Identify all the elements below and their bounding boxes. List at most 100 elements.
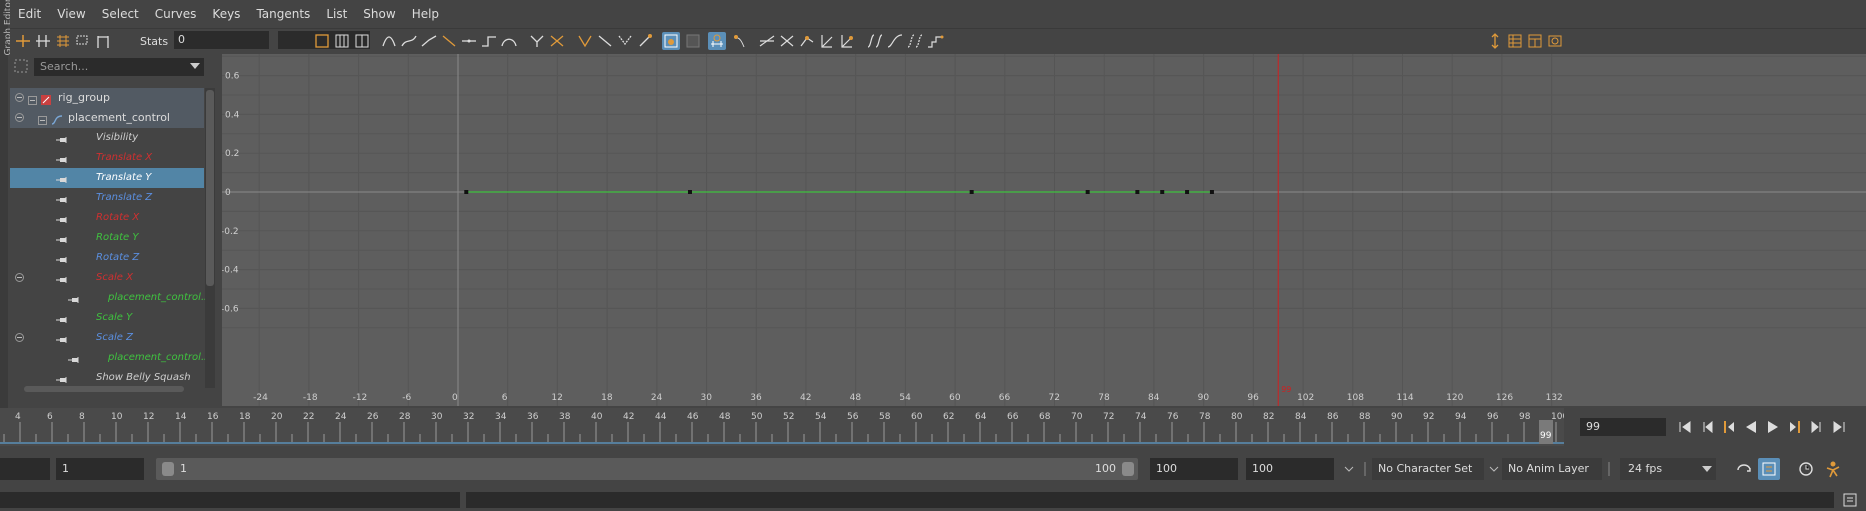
outliner-channel[interactable]: placement_control.S <box>10 348 210 368</box>
range-slider[interactable]: 1 100 <box>156 458 1138 480</box>
range-slider-end-handle[interactable] <box>1122 462 1134 476</box>
insert-keys-icon[interactable] <box>34 32 52 50</box>
graph-canvas[interactable]: 0.60.40.20-0.2-0.4-0.6-30-24-18-12-60612… <box>222 54 1866 406</box>
menu-help[interactable]: Help <box>404 7 447 21</box>
playback-start-field[interactable]: 1 <box>56 458 144 480</box>
menu-list[interactable]: List <box>318 7 355 21</box>
post-infinity-cycle-icon[interactable] <box>818 32 836 50</box>
character-pose-icon[interactable] <box>1822 458 1844 480</box>
auto-key-icon[interactable] <box>1758 458 1780 480</box>
unify-tangents-icon[interactable] <box>548 32 566 50</box>
center-current-time-icon[interactable] <box>353 32 371 50</box>
outliner-channel[interactable]: Rotate Y <box>10 228 204 248</box>
menu-tangents[interactable]: Tangents <box>248 7 318 21</box>
outliner-channel[interactable]: Scale X <box>10 268 204 288</box>
outliner-channel[interactable]: placement_control.S <box>10 288 210 308</box>
collapse-icon[interactable] <box>15 113 24 122</box>
step-back-key-icon[interactable] <box>1698 418 1716 436</box>
key-stats-icon[interactable] <box>636 32 654 50</box>
mel-command-input[interactable] <box>0 492 460 508</box>
menu-keys[interactable]: Keys <box>204 7 248 21</box>
denormalize-curves-icon[interactable] <box>778 32 796 50</box>
outliner-channel[interactable]: Scale Y <box>10 308 204 328</box>
go-to-end-icon[interactable] <box>1830 418 1848 436</box>
step-forward-frame-icon[interactable] <box>1786 418 1804 436</box>
outliner-channel[interactable]: Rotate X <box>10 208 204 228</box>
collapse-icon[interactable] <box>15 93 24 102</box>
pre-infinity-cycle-icon[interactable] <box>798 32 816 50</box>
outliner-node[interactable]: rig_group <box>10 88 204 108</box>
time-slider[interactable]: 4 6 8 10 12 14 16 18 20 22 24 26 28 30 32 34 36 38 40 42 44 4… <box>0 408 1564 446</box>
weighted-tangents-icon[interactable] <box>616 32 634 50</box>
free-tangent-weight-icon[interactable] <box>576 32 594 50</box>
lattice-deform-icon[interactable] <box>54 32 72 50</box>
collapse-icon[interactable] <box>15 273 24 282</box>
open-trax-editor-icon[interactable] <box>886 32 904 50</box>
menu-select[interactable]: Select <box>94 7 147 21</box>
outliner-channel[interactable]: Translate Y <box>10 168 204 188</box>
menu-edit[interactable]: Edit <box>10 7 49 21</box>
outliner-channel[interactable]: Visibility <box>10 128 204 148</box>
loop-icon[interactable] <box>1734 458 1754 480</box>
move-nearest-key-icon[interactable] <box>14 32 32 50</box>
graph-editor-side-tab[interactable]: Graph Editor <box>0 0 14 412</box>
menu-curves[interactable]: Curves <box>147 7 205 21</box>
animation-start-field[interactable] <box>0 458 50 480</box>
outliner-horizontal-scrollbar[interactable] <box>14 384 204 394</box>
lock-tangent-weight-icon[interactable] <box>596 32 614 50</box>
outliner-vertical-scrollbar[interactable] <box>205 88 215 388</box>
play-forwards-icon[interactable] <box>1764 418 1782 436</box>
frame-all-icon[interactable] <box>313 32 331 50</box>
retime-tool-icon[interactable] <box>94 32 112 50</box>
value-snap-icon[interactable] <box>730 32 748 50</box>
time-snap-icon[interactable] <box>708 32 726 50</box>
graph-view[interactable]: 0.60.40.20-0.2-0.4-0.6-30-24-18-12-60612… <box>222 54 1866 406</box>
outliner-node[interactable]: placement_control <box>10 108 204 128</box>
filter-icon[interactable] <box>14 59 28 73</box>
flat-tangent-icon[interactable] <box>460 32 478 50</box>
auto-tangent-icon[interactable] <box>380 32 398 50</box>
anim-layer-dropdown[interactable]: No Anim Layer <box>1502 458 1602 480</box>
camera-view-icon[interactable] <box>1546 32 1564 50</box>
playback-end-field[interactable]: 100 <box>1150 458 1238 480</box>
outliner-channel[interactable]: Translate X <box>10 148 204 168</box>
menu-show[interactable]: Show <box>355 7 403 21</box>
outliner-channel[interactable]: Scale Z <box>10 328 204 348</box>
animation-preferences-icon[interactable] <box>1796 458 1816 480</box>
scrollbar-thumb[interactable] <box>24 386 184 392</box>
step-back-frame-icon[interactable] <box>1720 418 1738 436</box>
outliner-search-input[interactable]: Search... <box>34 58 204 76</box>
chevron-down-icon[interactable] <box>190 63 200 69</box>
open-animation-layers-icon[interactable] <box>926 32 944 50</box>
outliner-channel[interactable]: Translate Z <box>10 188 204 208</box>
stats-value-field[interactable]: 0 <box>174 31 269 49</box>
open-dope-sheet-icon[interactable] <box>866 32 884 50</box>
play-backwards-icon[interactable] <box>1742 418 1760 436</box>
menu-view[interactable]: View <box>49 7 93 21</box>
toggle-channel-box-icon[interactable] <box>1486 32 1504 50</box>
clamped-tangent-icon[interactable] <box>420 32 438 50</box>
swap-buffer-curves-icon[interactable] <box>684 32 702 50</box>
script-editor-icon[interactable] <box>1842 492 1858 508</box>
range-slider-start-handle[interactable] <box>162 462 174 476</box>
frame-playback-range-icon[interactable] <box>333 32 351 50</box>
buffer-curve-snapshot-icon[interactable] <box>662 32 680 50</box>
curve-offset-icon[interactable] <box>838 32 856 50</box>
chevron-down-icon[interactable] <box>1486 458 1502 480</box>
go-to-start-icon[interactable] <box>1676 418 1694 436</box>
region-tool-icon[interactable] <box>74 32 92 50</box>
chevron-down-icon[interactable] <box>1340 458 1360 480</box>
outliner-channel[interactable]: Rotate Z <box>10 248 204 268</box>
step-tangent-icon[interactable] <box>480 32 498 50</box>
normalize-curves-icon[interactable] <box>758 32 776 50</box>
character-set-dropdown[interactable]: No Character Set <box>1372 458 1484 480</box>
panel-layout-icon[interactable] <box>1506 32 1524 50</box>
graph-layout-icon[interactable] <box>1526 32 1544 50</box>
break-tangents-icon[interactable] <box>528 32 546 50</box>
time-slider-canvas[interactable]: 4 6 8 10 12 14 16 18 20 22 24 26 28 30 32 34 36 38 40 42 44 4… <box>0 408 1564 446</box>
spline-tangent-icon[interactable] <box>400 32 418 50</box>
animation-end-field[interactable]: 100 <box>1246 458 1334 480</box>
open-time-editor-icon[interactable] <box>906 32 924 50</box>
current-frame-field[interactable]: 99 <box>1580 418 1666 436</box>
fps-dropdown[interactable]: 24 fps <box>1620 458 1716 480</box>
